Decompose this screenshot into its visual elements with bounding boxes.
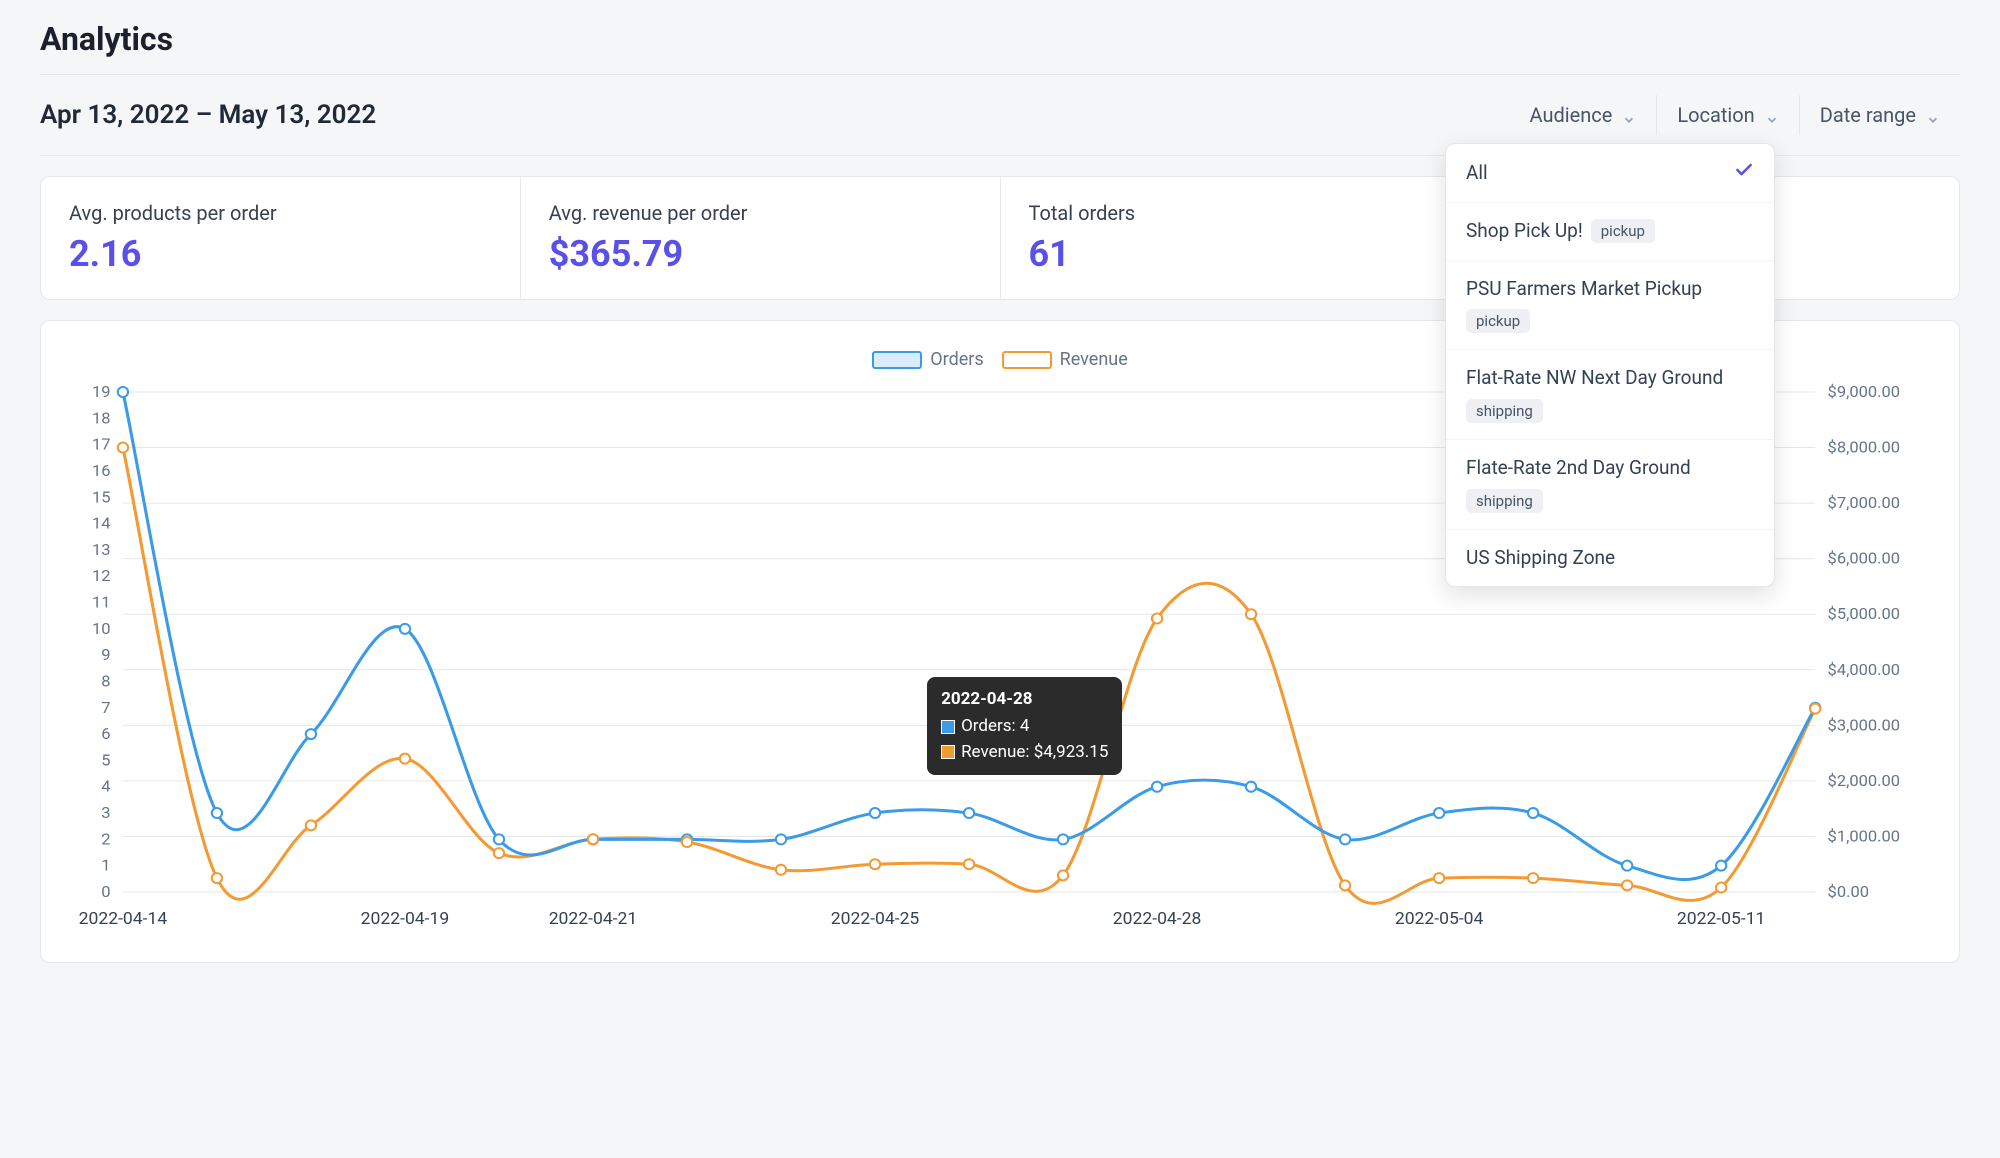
stat-label: Avg. products per order [69,201,492,225]
location-option[interactable]: Flate-Rate 2nd Day Ground shipping [1446,440,1774,530]
svg-text:$9,000.00: $9,000.00 [1828,382,1901,401]
audience-filter[interactable]: Audience [1510,95,1657,135]
legend-swatch-orders [872,351,922,369]
svg-text:$2,000.00: $2,000.00 [1828,771,1901,790]
stat-value: 2.16 [69,233,492,275]
svg-text:$4,000.00: $4,000.00 [1828,660,1901,679]
location-option[interactable]: PSU Farmers Market Pickup pickup [1446,261,1774,351]
location-option[interactable]: Flat-Rate NW Next Day Ground shipping [1446,350,1774,440]
audience-filter-label: Audience [1530,103,1613,127]
svg-text:15: 15 [92,488,111,507]
location-option-tag: pickup [1466,309,1530,333]
chevron-down-icon [1765,108,1779,122]
legend-orders-label: Orders [930,349,983,370]
location-option[interactable]: US Shipping Zone [1446,530,1774,587]
stat-value: $365.79 [549,233,972,275]
legend-revenue[interactable]: Revenue [1002,349,1128,370]
svg-text:2022-05-04: 2022-05-04 [1395,909,1484,929]
svg-text:$7,000.00: $7,000.00 [1828,493,1901,512]
location-option-label: All [1466,161,1488,186]
svg-text:18: 18 [92,409,111,428]
svg-text:14: 14 [92,514,111,533]
legend-orders[interactable]: Orders [872,349,983,370]
location-filter-label: Location [1677,103,1754,127]
svg-text:7: 7 [101,698,110,717]
svg-text:1: 1 [101,856,110,875]
svg-text:$0.00: $0.00 [1828,882,1869,901]
svg-text:0: 0 [101,882,110,901]
location-filter[interactable]: Location [1656,95,1798,135]
svg-text:9: 9 [101,645,110,664]
svg-text:10: 10 [92,619,111,638]
stat-label: Total orders [1029,201,1452,225]
svg-text:$1,000.00: $1,000.00 [1828,827,1901,846]
toolbar: Apr 13, 2022 – May 13, 2022 Audience Loc… [40,75,1960,155]
svg-text:2022-04-21: 2022-04-21 [549,909,638,929]
svg-text:4: 4 [101,777,110,796]
legend-revenue-label: Revenue [1060,349,1128,370]
svg-text:$6,000.00: $6,000.00 [1828,549,1901,568]
chevron-down-icon [1622,108,1636,122]
location-option-tag: pickup [1591,219,1655,243]
check-icon [1734,160,1754,186]
svg-text:2022-05-11: 2022-05-11 [1677,909,1766,929]
svg-text:2022-04-14: 2022-04-14 [79,909,168,929]
date-range-filter[interactable]: Date range [1799,95,1960,135]
filter-group: Audience Location Date range [1510,95,1961,135]
location-option-tag: shipping [1466,399,1543,423]
legend-swatch-revenue [1002,351,1052,369]
location-option-label: Flate-Rate 2nd Day Ground [1466,456,1691,481]
svg-text:19: 19 [92,382,111,401]
location-option-label: US Shipping Zone [1466,546,1615,571]
chevron-down-icon [1926,108,1940,122]
date-range-label: Apr 13, 2022 – May 13, 2022 [40,100,376,130]
svg-text:11: 11 [92,593,111,612]
location-option-label: Shop Pick Up! [1466,219,1583,244]
svg-text:6: 6 [101,724,110,743]
location-dropdown: AllShop Pick Up!pickupPSU Farmers Market… [1445,143,1775,587]
svg-text:3: 3 [101,803,110,822]
svg-text:2: 2 [101,830,110,849]
svg-text:2022-04-28: 2022-04-28 [1113,909,1202,929]
svg-text:$8,000.00: $8,000.00 [1828,438,1901,457]
stat-value: 61 [1029,233,1452,275]
stat-card: Avg. products per order 2.16 [40,176,521,300]
svg-text:$3,000.00: $3,000.00 [1828,716,1901,735]
location-option[interactable]: Shop Pick Up! pickup [1446,203,1774,261]
stat-card: Avg. revenue per order $365.79 [520,176,1001,300]
svg-text:16: 16 [92,461,111,480]
location-option-tag: shipping [1466,489,1543,513]
date-range-filter-label: Date range [1820,103,1916,127]
svg-text:5: 5 [101,751,110,770]
svg-text:12: 12 [92,566,111,585]
svg-text:2022-04-19: 2022-04-19 [361,909,450,929]
location-option-label: Flat-Rate NW Next Day Ground [1466,366,1723,391]
svg-text:$5,000.00: $5,000.00 [1828,604,1901,623]
location-option-label: PSU Farmers Market Pickup [1466,277,1702,302]
svg-text:2022-04-25: 2022-04-25 [831,909,920,929]
stat-label: Avg. revenue per order [549,201,972,225]
svg-text:17: 17 [92,435,111,454]
location-option[interactable]: All [1446,144,1774,203]
page-title: Analytics [40,20,1960,58]
stat-card: Total orders 61 [1000,176,1481,300]
svg-text:13: 13 [92,540,111,559]
svg-text:8: 8 [101,672,110,691]
